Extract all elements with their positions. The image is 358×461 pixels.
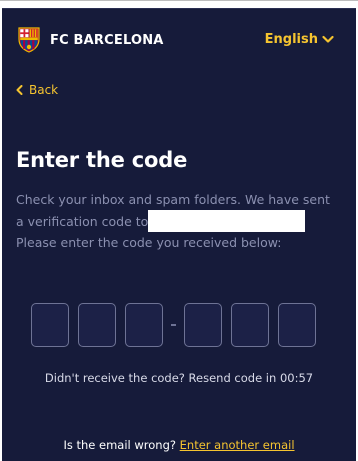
code-digit-1[interactable] bbox=[31, 303, 69, 347]
fc-barcelona-crest-logo bbox=[18, 27, 40, 53]
back-link[interactable]: Back bbox=[16, 83, 58, 97]
resend-countdown: Didn't receive the code? Resend code in … bbox=[44, 371, 314, 385]
page-title: Enter the code bbox=[16, 148, 188, 172]
language-label: English bbox=[264, 32, 318, 47]
instructions-line-2: a verification code to bbox=[16, 210, 346, 232]
instructions: Check your inbox and spam folders. We ha… bbox=[16, 189, 346, 253]
wrong-email-prompt: Is the email wrong? Enter another email bbox=[2, 438, 356, 452]
back-label: Back bbox=[29, 83, 59, 97]
language-selector[interactable]: English bbox=[265, 32, 334, 47]
verification-code-input bbox=[31, 303, 331, 347]
code-digit-6[interactable] bbox=[278, 303, 316, 347]
instructions-line-3: Please enter the code you received below… bbox=[16, 235, 282, 250]
code-digit-2[interactable] bbox=[78, 303, 116, 347]
chevron-down-icon bbox=[322, 35, 334, 43]
code-separator bbox=[171, 324, 176, 326]
brand-name: FC BARCELONA bbox=[50, 33, 164, 48]
screenshot-frame: FC BARCELONA English Back Enter the code… bbox=[0, 0, 358, 461]
code-digit-3[interactable] bbox=[125, 303, 163, 347]
instructions-line-2-text: a verification code to bbox=[16, 214, 149, 229]
code-digit-5[interactable] bbox=[231, 303, 269, 347]
divider bbox=[0, 0, 358, 1]
enter-another-email-link[interactable]: Enter another email bbox=[180, 438, 295, 452]
verification-screen: FC BARCELONA English Back Enter the code… bbox=[2, 8, 356, 461]
redacted-email bbox=[148, 210, 306, 232]
chevron-left-icon bbox=[16, 85, 23, 95]
instructions-line-1: Check your inbox and spam folders. We ha… bbox=[16, 192, 330, 207]
header: FC BARCELONA English bbox=[2, 9, 356, 65]
code-digit-4[interactable] bbox=[184, 303, 222, 347]
wrong-email-text: Is the email wrong? bbox=[63, 438, 176, 452]
